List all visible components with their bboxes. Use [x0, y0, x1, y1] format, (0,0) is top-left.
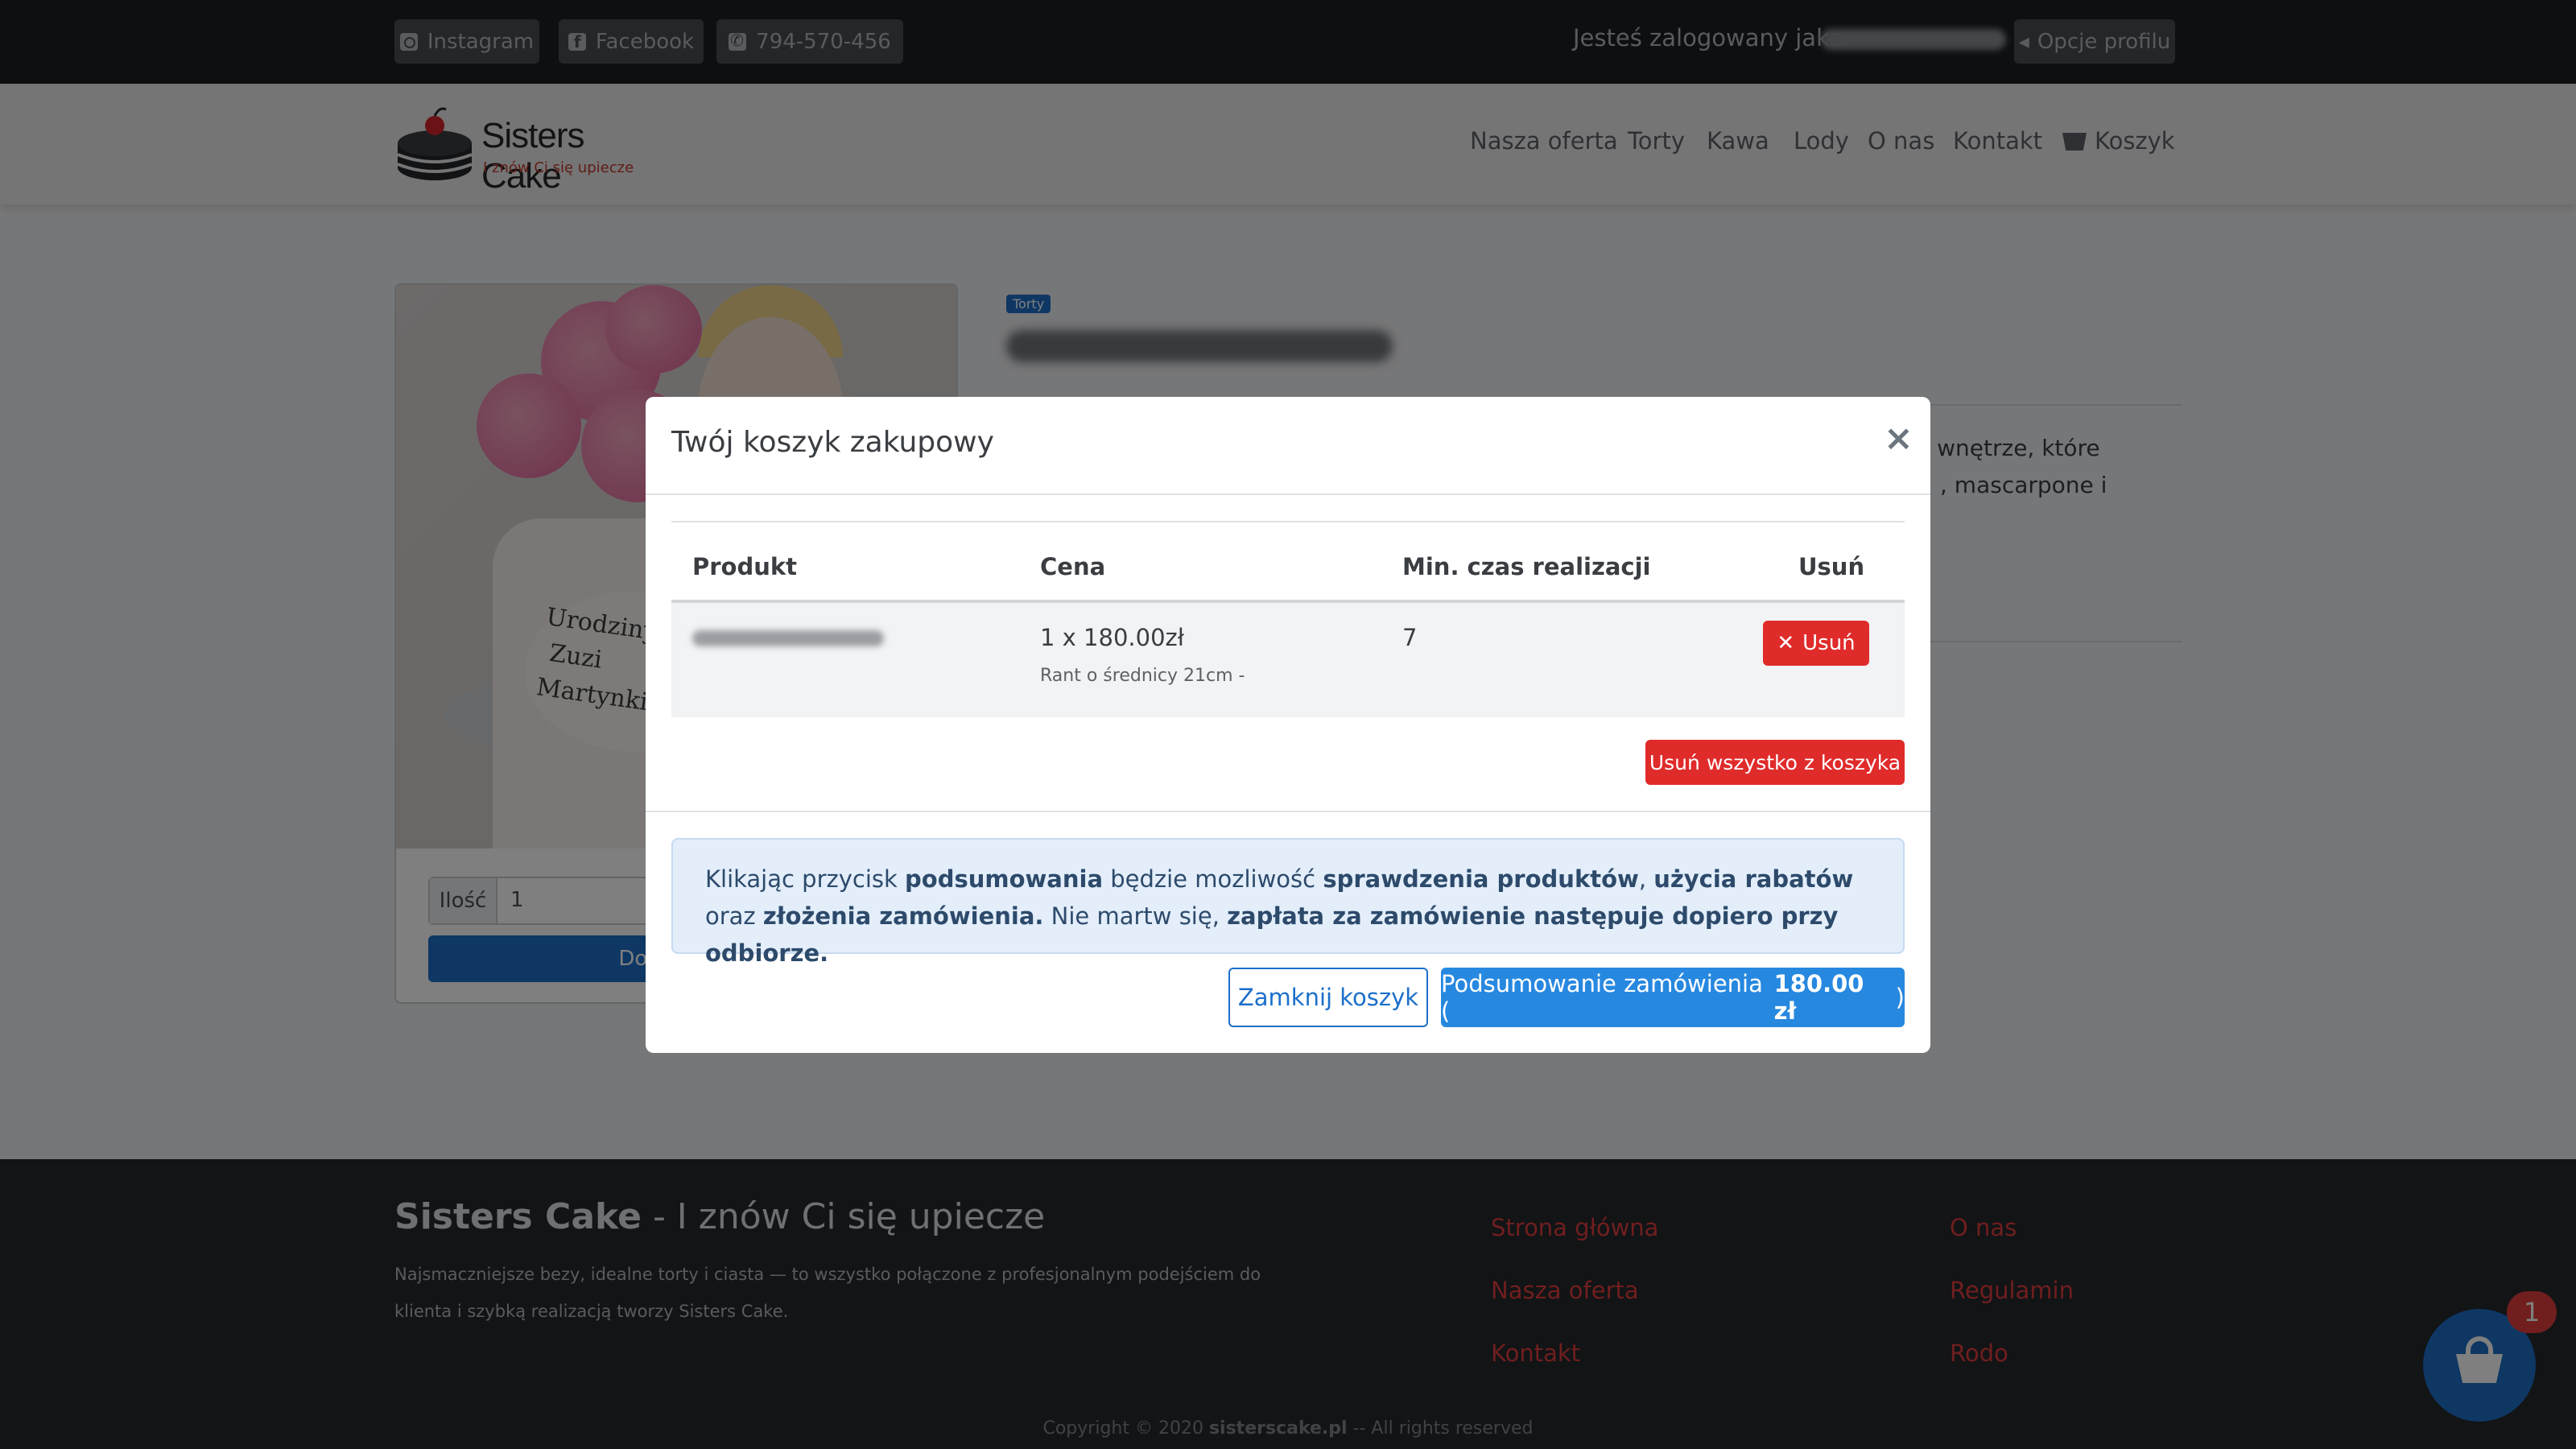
cart-modal: Twój koszyk zakupowy × Produkt Cena Min.… — [646, 397, 1930, 1053]
close-icon[interactable]: × — [1884, 421, 1913, 456]
checkout-info-alert: Klikając przycisk podsumowania będzie mo… — [671, 838, 1905, 967]
close-cart-button[interactable]: Zamknij koszyk — [1228, 968, 1428, 1027]
info-text: , — [1638, 865, 1654, 893]
modal-header-divider — [646, 493, 1930, 495]
info-bold: złożenia zamówienia. — [762, 902, 1044, 930]
table-header-min-time: Min. czas realizacji — [1402, 553, 1651, 580]
info-text: oraz — [705, 902, 763, 930]
info-bold: użycia rabatów — [1653, 865, 1854, 893]
modal-title: Twój koszyk zakupowy — [671, 426, 994, 459]
info-text: Klikając przycisk — [705, 865, 906, 893]
remove-all-button[interactable]: Usuń wszystko z koszyka — [1645, 740, 1905, 785]
table-row — [671, 603, 1905, 717]
table-header-price: Cena — [1040, 553, 1106, 580]
table-header-delete: Usuń — [1798, 553, 1865, 580]
redacted-product-name — [692, 630, 884, 646]
summary-suffix: ) — [1895, 984, 1905, 1011]
order-summary-button[interactable]: Podsumowanie zamówienia ( 180.00 zł ) — [1441, 968, 1905, 1027]
table-top-border — [671, 521, 1905, 522]
summary-amount: 180.00 zł — [1773, 970, 1864, 1025]
table-header-product: Produkt — [692, 553, 798, 580]
info-bold: podsumowania — [905, 865, 1104, 893]
modal-body-divider — [646, 811, 1930, 812]
row-variant: Rant o średnicy 21cm - — [1040, 666, 1245, 686]
info-text: będzie mozliwość — [1103, 865, 1323, 893]
remove-item-label: Usuń — [1802, 631, 1856, 655]
remove-item-button[interactable]: ✕ Usuń — [1763, 621, 1869, 666]
row-price: 1 x 180.00zł — [1040, 624, 1184, 651]
row-min-time: 7 — [1402, 624, 1418, 651]
info-bold: sprawdzenia produktów — [1323, 865, 1639, 893]
x-icon: ✕ — [1777, 631, 1795, 655]
summary-label: Podsumowanie zamówienia ( — [1441, 970, 1763, 1025]
info-text: Nie martw się, — [1043, 902, 1228, 930]
